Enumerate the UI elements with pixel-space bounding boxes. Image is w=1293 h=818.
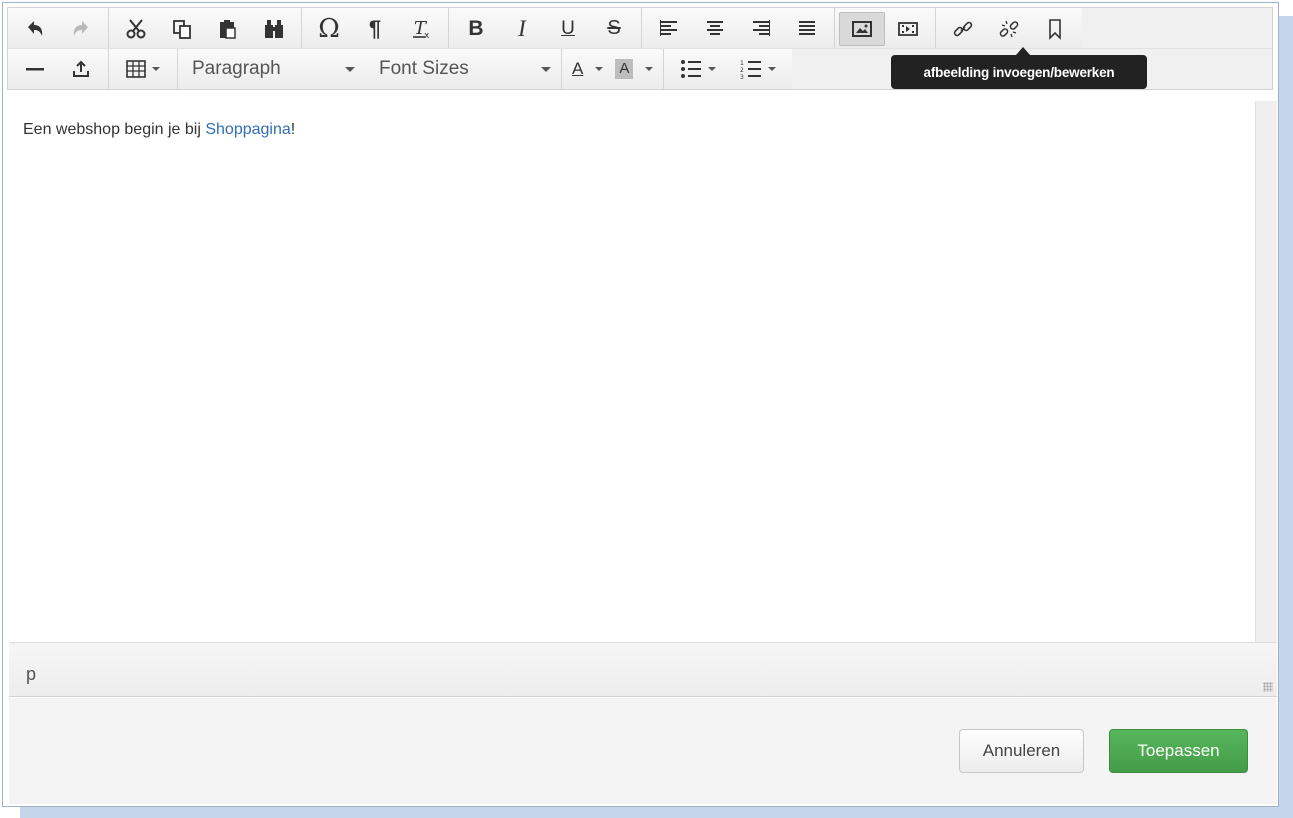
editor-content[interactable]: Een webshop begin je bij Shoppagina! (9, 101, 1255, 642)
status-bar: p (9, 642, 1277, 697)
history-group (8, 8, 109, 49)
format-group: Paragraph Font Sizes (178, 49, 562, 89)
svg-text:1: 1 (740, 60, 744, 67)
chevron-down-icon (152, 67, 160, 71)
font-size-dropdown-label: Font Sizes (379, 58, 469, 79)
cut-icon[interactable] (113, 12, 159, 46)
color-group: A A (562, 49, 665, 89)
chevron-down-icon (708, 67, 717, 71)
svg-text:2: 2 (740, 67, 744, 74)
shoppagina-link[interactable]: Shoppagina (205, 121, 290, 138)
unlink-icon[interactable] (986, 12, 1032, 46)
chevron-down-icon (595, 67, 604, 71)
editor-paragraph[interactable]: Een webshop begin je bij Shoppagina! (23, 121, 1241, 139)
text-color-icon: A (572, 59, 584, 78)
bookmark-icon[interactable] (1032, 12, 1078, 46)
insert-group (8, 49, 109, 89)
horizontal-rule-icon[interactable] (12, 52, 58, 86)
link-group (936, 8, 1082, 49)
strikethrough-icon[interactable]: S (591, 12, 637, 46)
show-blocks-icon[interactable]: ¶ (352, 12, 398, 46)
format-dropdown-label: Paragraph (192, 58, 281, 79)
numbered-list-icon[interactable]: 123 (728, 52, 788, 86)
align-justify-icon[interactable] (784, 12, 830, 46)
element-path[interactable]: p (26, 664, 36, 684)
insert-video-icon[interactable] (885, 12, 931, 46)
chevron-down-icon (768, 67, 777, 71)
paragraph-text-end: ! (290, 121, 296, 138)
bold-icon[interactable]: B (453, 12, 499, 46)
find-replace-icon[interactable] (251, 12, 297, 46)
copy-icon[interactable] (159, 12, 205, 46)
italic-icon[interactable]: I (499, 12, 545, 46)
undo-icon[interactable] (12, 12, 58, 46)
text-color-button[interactable]: A (566, 52, 609, 86)
align-center-icon[interactable] (692, 12, 738, 46)
background-color-icon: A (615, 59, 634, 79)
text-style-group: B I U S (449, 8, 642, 49)
insert-link-icon[interactable] (940, 12, 986, 46)
clipboard-group (109, 8, 302, 49)
special-character-icon[interactable]: Ω (306, 12, 352, 46)
toolbar-row-1: Ω ¶ Tx B I U S (7, 7, 1273, 49)
resize-handle-icon[interactable] (1263, 682, 1273, 692)
chevron-down-icon (541, 66, 551, 72)
upload-icon[interactable] (58, 52, 104, 86)
clear-formatting-icon[interactable]: Tx (398, 12, 444, 46)
table-icon[interactable] (113, 52, 173, 86)
paste-icon[interactable] (205, 12, 251, 46)
paragraph-text: Een webshop begin je bij (23, 121, 206, 138)
insert-char-group: Ω ¶ Tx (302, 8, 449, 49)
underline-icon[interactable]: U (545, 12, 591, 46)
alignment-group (642, 8, 835, 49)
background-color-button[interactable]: A (609, 52, 659, 86)
font-size-dropdown[interactable]: Font Sizes (365, 52, 561, 86)
bullet-list-icon[interactable] (668, 52, 728, 86)
tooltip-arrow (1016, 47, 1030, 55)
svg-text:3: 3 (740, 74, 744, 79)
apply-button[interactable]: Toepassen (1109, 729, 1248, 773)
media-group (835, 8, 936, 49)
cancel-button[interactable]: Annuleren (959, 729, 1084, 773)
insert-image-tooltip: afbeelding invoegen/bewerken (891, 55, 1147, 89)
dialog-footer: Annuleren Toepassen (9, 698, 1277, 804)
align-right-icon[interactable] (738, 12, 784, 46)
format-dropdown[interactable]: Paragraph (178, 52, 365, 86)
chevron-down-icon (345, 66, 355, 72)
list-group: 123 (664, 49, 793, 89)
svg-text:x: x (424, 31, 430, 40)
table-group (109, 49, 178, 89)
redo-icon[interactable] (58, 12, 104, 46)
editor-scrollbar[interactable] (1255, 101, 1277, 642)
insert-image-icon[interactable] (839, 11, 885, 46)
align-left-icon[interactable] (646, 12, 692, 46)
chevron-down-icon (645, 67, 654, 71)
